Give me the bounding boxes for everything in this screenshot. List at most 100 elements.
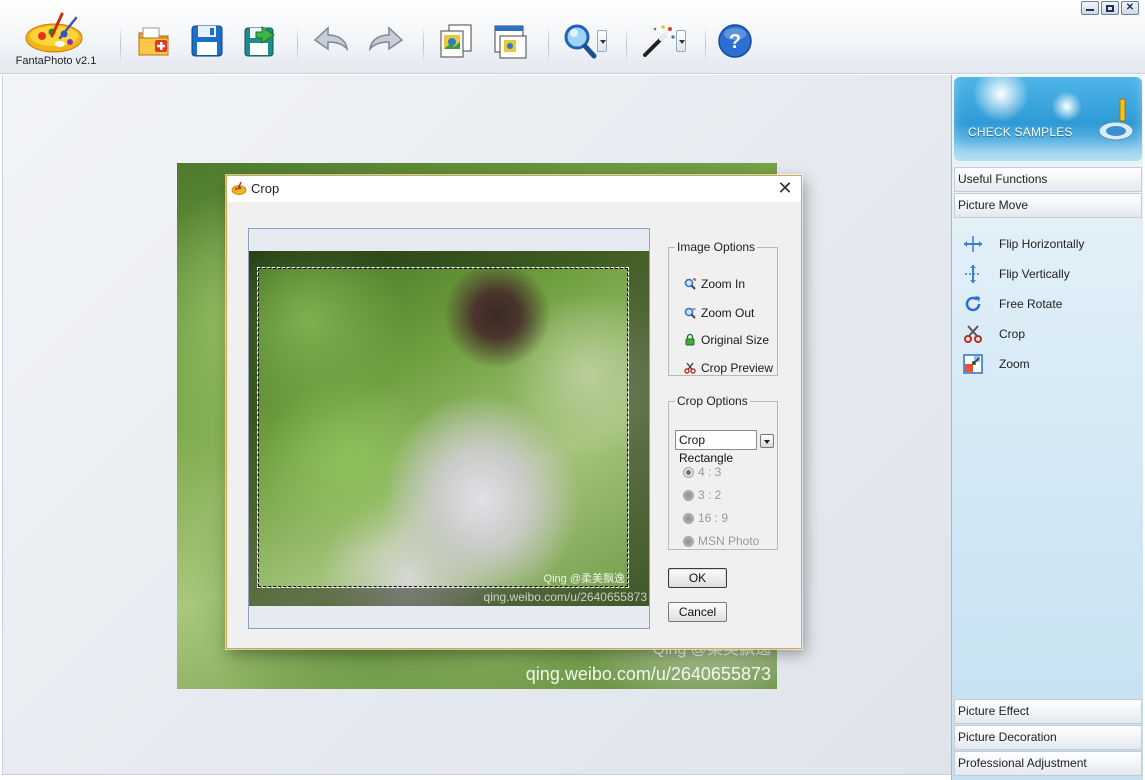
option-label: Zoom In [701, 277, 746, 291]
dialog-title: Crop [251, 181, 280, 196]
zoom-resize-icon [962, 353, 984, 375]
crop-preview-image[interactable]: Qing @柔美飘逸 qing.weibo.com/u/2640655873 [249, 251, 649, 606]
zoom-in-option[interactable]: Zoom In [683, 276, 745, 292]
minimize-button[interactable] [1081, 1, 1099, 15]
dialog-titlebar[interactable]: Crop ✕ [227, 176, 801, 202]
photo-watermark-url: qing.weibo.com/u/2640655873 [525, 664, 771, 684]
crop-dialog: Crop ✕ Qing @柔美飘逸 qing.weibo.com/u/26406… [226, 175, 802, 649]
export-disk-icon [244, 26, 275, 57]
section-picture-decoration[interactable]: Picture Decoration [954, 725, 1142, 750]
redo-arrow-icon [368, 26, 404, 52]
palette-logo-icon [25, 12, 83, 53]
toolbar-separator [548, 26, 549, 64]
radio-indicator [683, 512, 694, 524]
image-options-legend: Image Options [677, 240, 756, 254]
section-useful-functions[interactable]: Useful Functions [954, 167, 1142, 192]
tool-label: Flip Horizontally [999, 237, 1085, 251]
preview-watermark-url: qing.weibo.com/u/2640655873 [483, 590, 647, 604]
crop-selection-rectangle[interactable] [257, 267, 629, 588]
section-picture-move[interactable]: Picture Move [954, 193, 1142, 218]
crop-preview-frame: Qing @柔美飘逸 qing.weibo.com/u/2640655873 [248, 228, 650, 629]
app-logo: FantaPhoto v2.1 [14, 12, 98, 68]
cancel-button[interactable]: Cancel [668, 602, 727, 622]
save-as-button[interactable] [241, 22, 279, 60]
help-button[interactable]: ? [716, 22, 754, 60]
help-icon: ? [718, 24, 752, 58]
magic-dropdown-arrow[interactable] [676, 30, 686, 52]
magic-dropdown-button[interactable] [640, 22, 686, 60]
section-picture-effect[interactable]: Picture Effect [954, 699, 1142, 724]
tool-zoom[interactable]: Zoom [962, 353, 1132, 375]
zoom-dropdown-arrow[interactable] [597, 30, 607, 52]
side-panel: CHECK SAMPLES Useful Functions Picture M… [951, 75, 1143, 780]
tool-label: Crop [999, 327, 1026, 341]
close-icon: ✕ [1125, 2, 1135, 13]
dialog-close-button[interactable]: ✕ [775, 177, 795, 199]
ratio-msn-photo-radio[interactable]: MSN Photo [683, 533, 759, 549]
crop-mask-right [629, 267, 649, 588]
batch-button[interactable] [437, 22, 475, 60]
flip-horizontal-icon [962, 233, 984, 255]
radio-label: MSN Photo [698, 534, 760, 548]
crop-options-group: Crop Options Crop Rectangle 4 : 3 3 : 2 … [668, 394, 778, 550]
toolbar-separator [120, 26, 121, 64]
crop-shape-select[interactable]: Crop Rectangle [675, 430, 757, 465]
open-folder-icon [138, 27, 169, 56]
tool-label: Zoom [999, 357, 1030, 371]
zoom-in-icon [683, 277, 697, 291]
window-controls: ✕ [1081, 1, 1139, 15]
radio-indicator [683, 466, 694, 478]
paint-roller-icon [1098, 98, 1134, 141]
radio-label: 3 : 2 [698, 488, 722, 502]
tool-flip-vertically[interactable]: Flip Vertically [962, 263, 1132, 285]
undo-arrow-icon [313, 26, 349, 52]
crop-mask-top [249, 251, 649, 267]
zoom-dropdown-button[interactable] [561, 22, 607, 60]
crop-preview-icon [683, 361, 697, 375]
option-label: Crop Preview [701, 361, 774, 375]
tool-crop[interactable]: Crop [962, 323, 1132, 345]
crop-preview-option[interactable]: Crop Preview [683, 360, 773, 376]
ratio-3-2-radio[interactable]: 3 : 2 [683, 487, 721, 503]
radio-indicator [683, 489, 694, 501]
undo-button[interactable] [312, 22, 350, 60]
svg-text:?: ? [729, 31, 741, 53]
radio-label: 4 : 3 [698, 465, 722, 479]
ratio-4-3-radio[interactable]: 4 : 3 [683, 464, 721, 480]
tool-label: Flip Vertically [999, 267, 1070, 281]
app-title: FantaPhoto v2.1 [15, 55, 97, 67]
zoom-out-icon [683, 306, 697, 320]
original-size-icon [683, 333, 697, 347]
crop-options-legend: Crop Options [677, 394, 748, 408]
zoom-out-option[interactable]: Zoom Out [683, 305, 754, 321]
tool-free-rotate[interactable]: Free Rotate [962, 293, 1132, 315]
maximize-button[interactable] [1101, 1, 1119, 15]
check-samples-banner[interactable]: CHECK SAMPLES [954, 77, 1142, 161]
crop-scissors-icon [962, 323, 984, 345]
close-button[interactable]: ✕ [1121, 1, 1139, 15]
ratio-16-9-radio[interactable]: 16 : 9 [683, 510, 728, 526]
section-professional-adjustment[interactable]: Professional Adjustment [954, 751, 1142, 776]
toolbar-separator [297, 26, 298, 64]
radio-indicator [683, 535, 694, 547]
toolbar-separator [626, 26, 627, 64]
image-options-group: Image Options Zoom In Zoom Out Original … [668, 240, 778, 376]
open-file-button[interactable] [135, 22, 173, 60]
redo-button[interactable] [367, 22, 405, 60]
magic-wand-icon [643, 25, 675, 57]
original-size-option[interactable]: Original Size [683, 332, 769, 348]
check-samples-label: CHECK SAMPLES [968, 125, 1073, 139]
window-view-icon [494, 25, 527, 59]
toolbar-separator [705, 26, 706, 64]
flip-vertical-icon [962, 263, 984, 285]
ok-button[interactable]: OK [668, 568, 727, 588]
minimize-icon [1086, 9, 1094, 11]
crop-shape-dropdown-arrow[interactable] [760, 434, 774, 448]
tool-flip-horizontally[interactable]: Flip Horizontally [962, 233, 1132, 255]
save-button[interactable] [188, 22, 226, 60]
rotate-icon [962, 293, 984, 315]
radio-label: 16 : 9 [698, 511, 729, 525]
window-button[interactable] [492, 22, 530, 60]
option-label: Zoom Out [701, 306, 755, 320]
preview-watermark-name: Qing @柔美飘逸 [543, 573, 625, 585]
